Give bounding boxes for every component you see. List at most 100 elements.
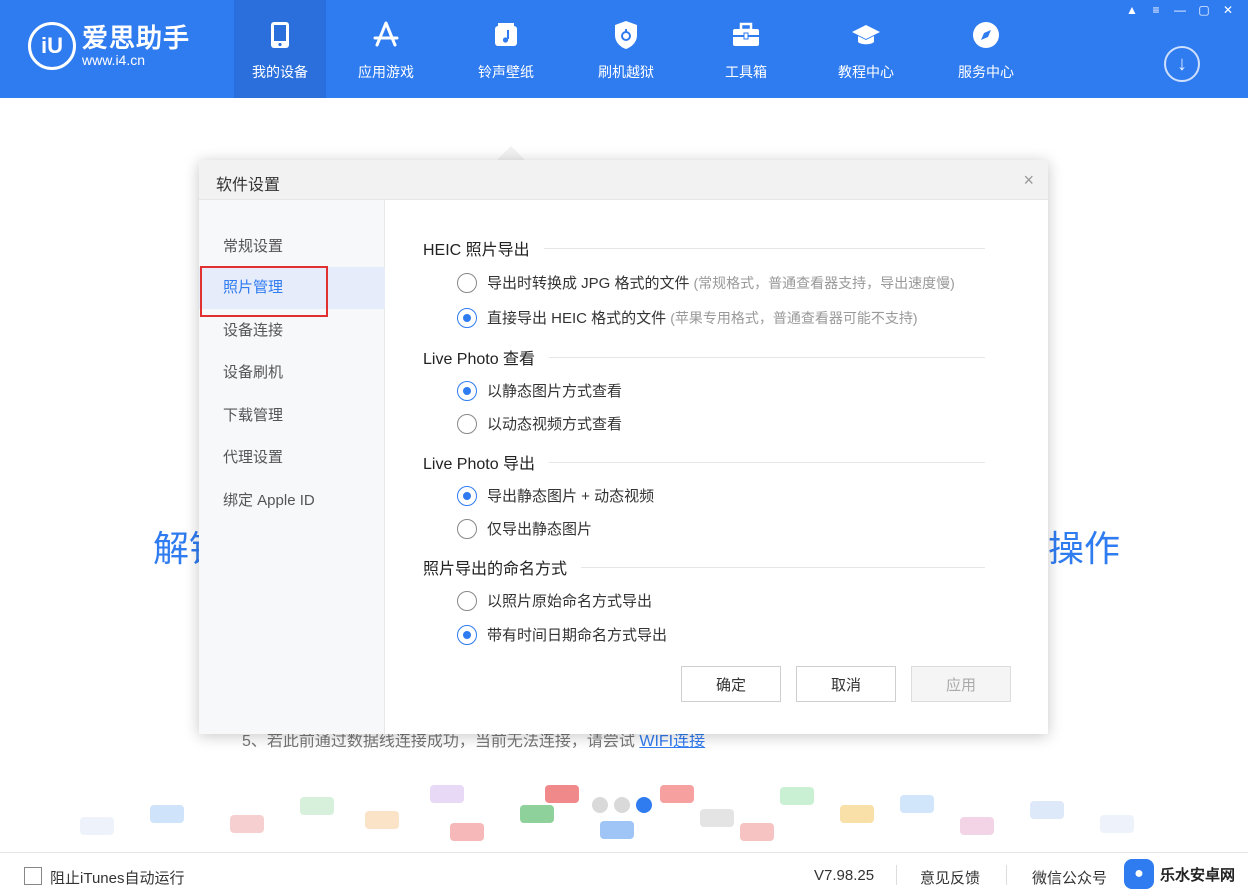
radio-button[interactable] [457,413,477,434]
top-bar: iU 爱思助手 www.i4.cn 我的设备 应用游戏 铃声壁纸 刷机越狱 工具… [0,0,1248,98]
carousel-pager [592,797,652,813]
nav-tutorials[interactable]: 教程中心 [806,0,926,98]
settings-content: HEIC 照片导出 导出时转换成 JPG 格式的文件 (常规格式，普通查看器支持… [385,200,1048,734]
app-logo[interactable]: iU 爱思助手 www.i4.cn [28,22,190,70]
divider [1006,865,1007,885]
section-title: HEIC 照片导出 [423,242,530,259]
block-itunes-checkbox[interactable] [24,867,42,885]
confirm-button[interactable]: 确定 [681,666,781,702]
option-datetime-name[interactable]: 带有时间日期命名方式导出 [457,624,667,645]
nav-apps-games[interactable]: 应用游戏 [326,0,446,98]
nav-my-device[interactable]: 我的设备 [234,0,326,98]
option-label: 以动态视频方式查看 [487,416,623,433]
sidebar-item-general[interactable]: 常规设置 [199,226,385,268]
maximize-icon[interactable]: ▢ [1194,2,1214,18]
option-label: 带有时间日期命名方式导出 [487,627,668,644]
graduation-cap-icon [851,20,881,50]
pager-dot[interactable] [614,797,630,813]
close-icon[interactable]: ✕ [1218,2,1238,18]
shield-icon [611,20,641,50]
nav-label: 刷机越狱 [598,64,654,80]
background-headline-right: 操作 [1048,528,1121,569]
option-view-static[interactable]: 以静态图片方式查看 [457,380,622,401]
nav-service-center[interactable]: 服务中心 [926,0,1046,98]
feedback-link[interactable]: 意见反馈 [920,867,980,888]
option-export-static-and-video[interactable]: 导出静态图片 + 动态视频 [457,485,654,506]
nav-flash-jailbreak[interactable]: 刷机越狱 [566,0,686,98]
option-label: 以静态图片方式查看 [487,383,623,400]
divider [549,461,985,463]
version-label: V7.98.25 [814,867,875,884]
minimize-icon[interactable]: — [1170,2,1190,18]
dialog-pointer [497,146,525,160]
option-label: 导出静态图片 + 动态视频 [487,488,655,505]
option-note: (常规格式，普通查看器支持，导出速度慢) [693,274,955,291]
apply-button[interactable]: 应用 [911,666,1011,702]
phone-icon [265,20,295,50]
window-controls: ▲ ≡ — ▢ ✕ [1122,2,1238,18]
section-title: Live Photo 导出 [423,456,536,473]
divider [549,356,985,358]
option-label: 仅导出静态图片 [487,521,593,538]
section-live-photo-view: Live Photo 查看 [423,345,985,369]
radio-button-selected[interactable] [457,307,477,328]
settings-dialog: 软件设置 × 常规设置 照片管理 设备连接 设备刷机 下载管理 代理设置 绑定 … [199,160,1048,734]
status-bar: 阻止iTunes自动运行 V7.98.25 意见反馈 微信公众号 ● 乐水安卓网 [0,852,1248,896]
toolbox-icon [731,20,761,50]
nav-label: 应用游戏 [358,64,414,80]
option-export-heic[interactable]: 直接导出 HEIC 格式的文件 (苹果专用格式，普通查看器可能不支持) [457,307,918,328]
sidebar-item-proxy-settings[interactable]: 代理设置 [199,437,385,479]
sidebar-item-download-management[interactable]: 下载管理 [199,395,385,437]
divider [581,566,985,568]
cancel-button[interactable]: 取消 [796,666,896,702]
logo-text: 爱思助手 www.i4.cn [82,24,190,68]
app-store-icon [371,20,401,50]
nav-label: 教程中心 [838,64,894,80]
option-label: 直接导出 HEIC 格式的文件 [487,310,667,327]
nav-toolbox[interactable]: 工具箱 [686,0,806,98]
music-note-icon [491,20,521,50]
option-convert-jpg[interactable]: 导出时转换成 JPG 格式的文件 (常规格式，普通查看器支持，导出速度慢) [457,272,955,293]
gamepad-icon: ● [1124,859,1154,889]
highlight-box [200,266,328,317]
main-nav: 我的设备 应用游戏 铃声壁纸 刷机越狱 工具箱 教程中心 服务中心 [234,0,1046,98]
radio-button[interactable] [457,518,477,539]
option-export-static-only[interactable]: 仅导出静态图片 [457,518,592,539]
nav-label: 工具箱 [725,64,767,80]
pager-dot-active[interactable] [636,797,652,813]
option-label: 导出时转换成 JPG 格式的文件 [487,275,690,292]
section-heic-export: HEIC 照片导出 [423,236,985,260]
nav-ringtones-wallpapers[interactable]: 铃声壁纸 [446,0,566,98]
radio-button[interactable] [457,272,477,293]
radio-button-selected[interactable] [457,624,477,645]
brand-name: 乐水安卓网 [1160,866,1236,884]
sidebar-item-device-flash[interactable]: 设备刷机 [199,352,385,394]
wechat-account-link[interactable]: 微信公众号 [1032,867,1107,888]
dialog-header: 软件设置 × [199,160,1048,200]
shirt-icon[interactable]: ▲ [1122,2,1142,18]
pager-dot[interactable] [592,797,608,813]
download-icon[interactable]: ↓ [1164,46,1200,82]
section-naming-method: 照片导出的命名方式 [423,555,985,579]
watermark-brand: ● 乐水安卓网 [1124,859,1235,889]
radio-button-selected[interactable] [457,380,477,401]
app-url: www.i4.cn [82,52,146,68]
divider [896,865,897,885]
menu-icon[interactable]: ≡ [1146,2,1166,18]
option-note: (苹果专用格式，普通查看器可能不支持) [670,309,918,326]
section-title: Live Photo 查看 [423,351,536,368]
close-icon[interactable]: × [1023,170,1034,191]
option-label: 以照片原始命名方式导出 [487,593,653,610]
section-title: 照片导出的命名方式 [423,561,568,578]
radio-button[interactable] [457,590,477,611]
compass-icon [971,20,1001,50]
radio-button-selected[interactable] [457,485,477,506]
block-itunes-label[interactable]: 阻止iTunes自动运行 [50,867,184,888]
nav-label: 服务中心 [958,64,1014,80]
sidebar-item-bind-apple-id[interactable]: 绑定 Apple ID [199,480,385,522]
dialog-title: 软件设置 [216,177,281,194]
app-name: 爱思助手 [82,23,191,53]
nav-label: 我的设备 [252,64,308,80]
option-view-video[interactable]: 以动态视频方式查看 [457,413,622,434]
option-original-name[interactable]: 以照片原始命名方式导出 [457,590,652,611]
